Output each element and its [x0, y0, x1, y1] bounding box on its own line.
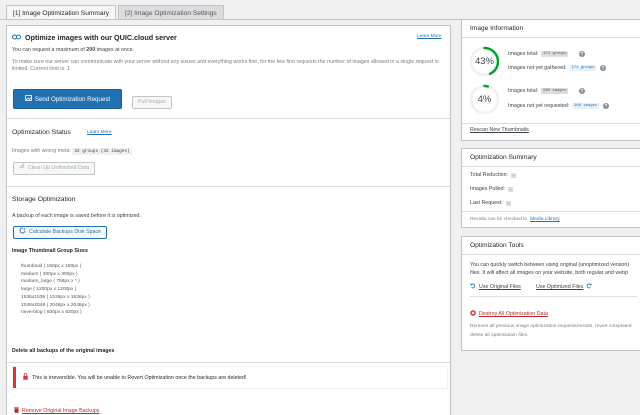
size-item: medium_large ( 768px x * ): [21, 279, 80, 285]
optimization-tools-panel: Optimization Tools You can quickly switc…: [461, 236, 640, 351]
images-not-requested-badge: 966 images: [572, 103, 600, 109]
main-panel: Optimize images with our QUIC.cloud serv…: [6, 25, 451, 415]
redo-icon: [586, 283, 593, 291]
panel-divider: [462, 166, 640, 167]
images-not-requested-row: Images not yet requested: 966 images: [508, 103, 600, 109]
group-sizes-title: Image Thumbnail Group Sizes: [12, 248, 88, 254]
requested-progress-ring: 4%: [469, 84, 500, 115]
optimization-summary-panel: Optimization Summary Total Reduction: - I…: [461, 148, 640, 228]
size-item: medium ( 300px x 300px ): [21, 271, 78, 277]
optimization-summary-title: Optimization Summary: [470, 154, 537, 161]
calculate-backups-button[interactable]: Calculate Backups Disk Space: [13, 226, 108, 239]
section-divider: [7, 118, 450, 119]
images-total-images-badge: 990 images: [541, 88, 569, 94]
section-divider: [7, 362, 450, 363]
tools-description: files. It will affect all images on your…: [470, 270, 629, 276]
results-note: Results can be checked in Media Library: [470, 217, 560, 222]
lock-icon: [23, 373, 28, 382]
images-pulled-row: Images Pulled: -: [470, 186, 514, 192]
size-item: large ( 1200px x 1200px ): [21, 287, 77, 293]
size-item: neve-blog ( 930px x 620px ): [21, 310, 82, 316]
panel-divider: [462, 211, 640, 212]
learn-more-link[interactable]: Learn More: [417, 34, 442, 39]
undo-icon: [470, 283, 476, 291]
trash-icon: [14, 407, 19, 415]
error-icon: [470, 310, 476, 318]
help-icon[interactable]: ?: [579, 51, 585, 57]
last-request-value: -: [505, 200, 512, 206]
size-item: 1536x1536 ( 1536px x 1536px ): [21, 294, 90, 300]
remove-original-backups-link[interactable]: Remove Original Image Backups: [14, 407, 99, 415]
thumbnail-size-list: thumbnail ( 150px x 150px ) medium ( 300…: [21, 263, 90, 317]
panel-divider: [470, 296, 637, 297]
max-images-text: You can request a maximum of 200 images …: [12, 47, 135, 53]
tab-image-optimization-summary[interactable]: [1] Image Optimization Summary: [6, 5, 117, 20]
optimize-header: Optimize images with our QUIC.cloud serv…: [12, 33, 177, 42]
clean-up-unfinished-data-button[interactable]: Clean Up Unfinished Data: [13, 162, 96, 175]
optimize-title: Optimize images with our QUIC.cloud serv…: [25, 33, 177, 42]
send-icon: [24, 95, 32, 103]
gathered-progress-ring: 43%: [469, 46, 500, 77]
backup-note: A backup of each image is saved before i…: [12, 213, 141, 219]
server-limit-note: To make sure our server can communicate …: [12, 59, 439, 72]
cloud-link-icon: [12, 33, 21, 42]
pull-images-button[interactable]: Pull Images: [132, 96, 172, 109]
tab-image-optimization-settings[interactable]: [2] Image Optimization Settings: [118, 5, 224, 20]
panel-divider: [462, 254, 640, 255]
destroy-description: delete all optimization files.: [470, 333, 529, 338]
use-original-files-link[interactable]: Use Original Files: [470, 283, 521, 291]
destroy-description: Remove all previous image optimization r…: [470, 324, 632, 329]
size-item: 2048x2048 ( 2048px x 2048px ): [21, 302, 90, 308]
wrong-meta-count: 32 groups (32 images): [72, 148, 132, 155]
images-total-images-row: Images total: 990 images: [508, 88, 569, 94]
total-reduction-value: -: [510, 172, 517, 178]
gathered-percent: 43%: [474, 56, 494, 67]
help-icon[interactable]: ?: [603, 103, 609, 109]
images-not-gathered-badge: 171 groups: [569, 65, 597, 71]
send-optimization-request-button[interactable]: Send Optimization Request: [13, 89, 122, 109]
rescan-new-thumbnails-link[interactable]: Rescan New Thumbnails: [470, 127, 529, 133]
cleanup-icon: [19, 163, 25, 174]
section-divider: [7, 186, 450, 187]
irreversible-warning: This is irreversible. You will be unable…: [13, 367, 447, 388]
refresh-icon: [19, 227, 26, 239]
media-library-link[interactable]: Media Library: [530, 217, 560, 222]
images-total-groups-badge: 471 groups: [541, 51, 569, 57]
wrong-meta-row: Images with wrong meta: 32 groups (32 im…: [12, 148, 132, 155]
panel-divider: [462, 123, 640, 124]
images-not-gathered-row: Images not yet gathered: 171 groups: [508, 65, 597, 71]
size-item: thumbnail ( 150px x 150px ): [21, 264, 82, 269]
requested-percent: 4%: [477, 94, 492, 105]
destroy-optimization-data-link[interactable]: Destroy All Optimization Data: [470, 310, 548, 318]
tools-description: You can quickly switch between using ori…: [470, 262, 630, 268]
images-total-groups-row: Images total: 471 groups: [508, 51, 569, 57]
help-icon[interactable]: ?: [600, 65, 606, 71]
help-icon[interactable]: ?: [579, 88, 585, 94]
image-information-panel: Image Information 43% Images total: 471 …: [461, 19, 640, 141]
image-information-title: Image Information: [470, 25, 524, 32]
status-learn-more-link[interactable]: Learn More: [87, 130, 112, 135]
delete-backups-title: Delete all backups of the original image…: [12, 348, 115, 354]
use-optimized-files-link[interactable]: Use Optimized Files: [536, 283, 593, 291]
last-request-row: Last Request: -: [470, 200, 512, 206]
tab-bar: [1] Image Optimization Summary [2] Image…: [6, 5, 224, 20]
optimization-tools-title: Optimization Tools: [470, 242, 524, 249]
storage-optimization-title: Storage Optimization: [12, 196, 76, 203]
images-pulled-value: -: [508, 186, 514, 192]
optimization-status-title: Optimization Status: [12, 129, 71, 136]
total-reduction-row: Total Reduction: -: [470, 172, 517, 178]
panel-divider: [462, 37, 640, 38]
